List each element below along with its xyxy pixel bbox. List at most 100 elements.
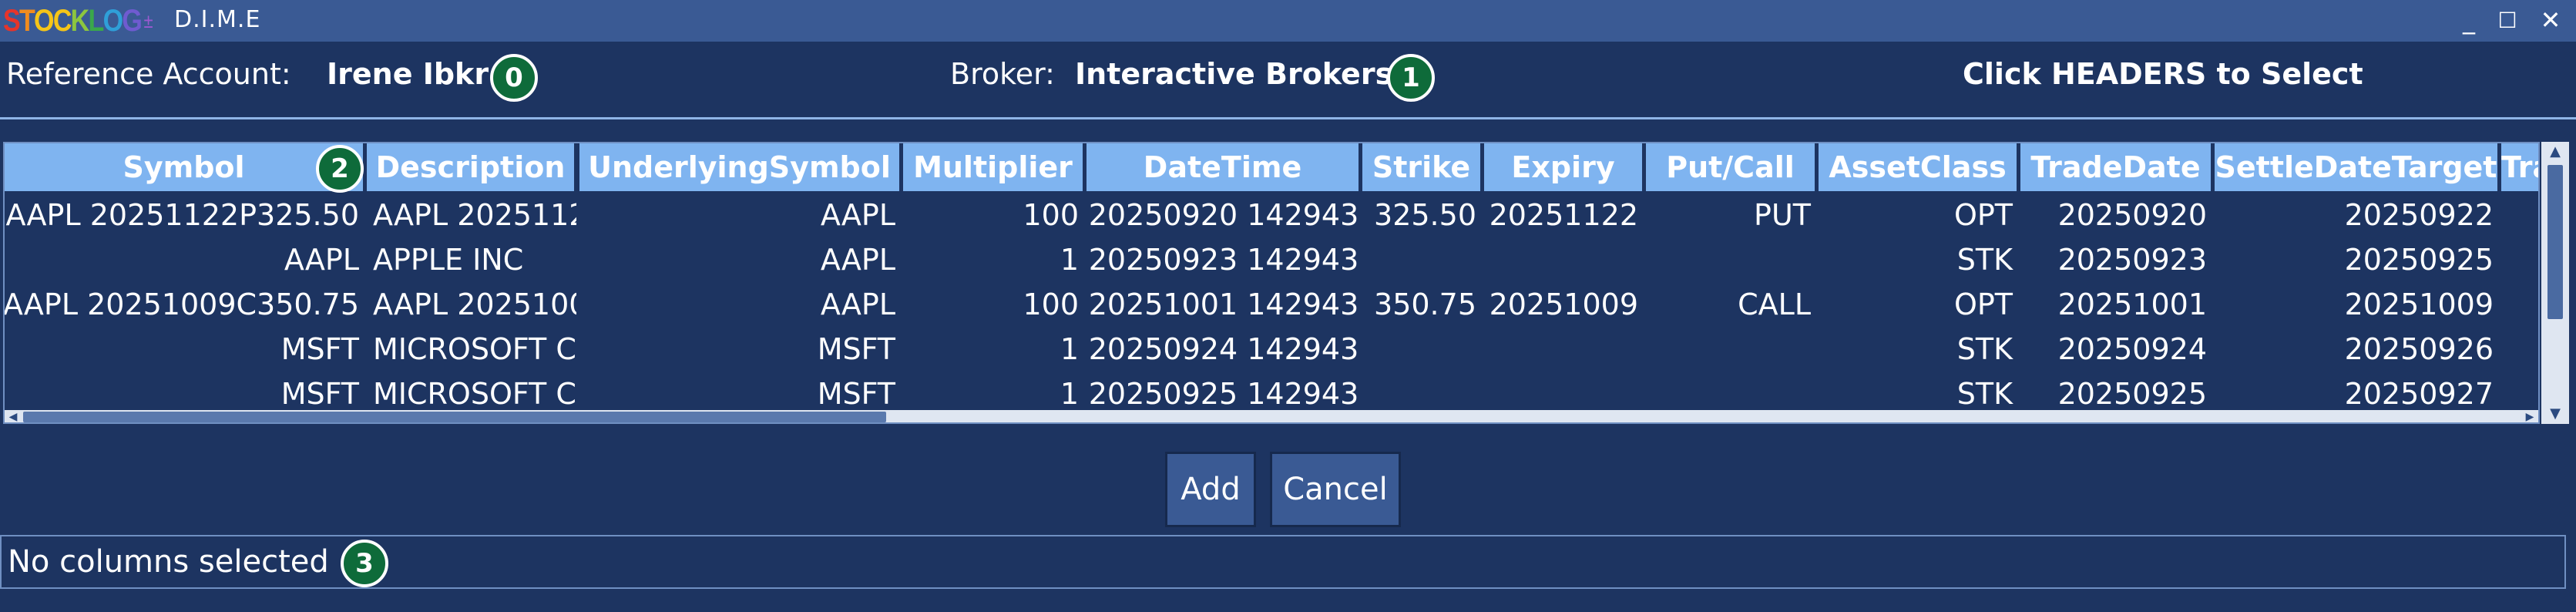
table-cell: AAPL 20251009C350.75 [373, 288, 576, 321]
table-cell: 20251001 142943 [1088, 288, 1359, 321]
step-badge-3: 3 [341, 540, 388, 587]
reference-account-label: Reference Account: [6, 57, 291, 91]
column-header-assetclass[interactable]: AssetClass [1819, 143, 2019, 191]
column-header-settledatetarget[interactable]: SettleDateTarget [2215, 143, 2500, 191]
scroll-right-arrow-icon[interactable]: ▶ [2521, 410, 2538, 422]
table-cell: AAPL 20251009C350.75 [5, 288, 359, 321]
table-cell: 1 [1060, 332, 1079, 366]
table-cell [1646, 327, 1817, 372]
table-cell: PUT [1754, 198, 1811, 232]
column-header-underlyingsymbol[interactable]: UnderlyingSymbol [579, 143, 902, 191]
horizontal-scroll-thumb[interactable] [23, 412, 886, 422]
table-cell [2501, 327, 2538, 372]
transactions-table: Symbol Description UnderlyingSymbol Multipl… [3, 142, 2540, 424]
logo-letter: S [3, 3, 21, 38]
add-button[interactable]: Add [1165, 452, 1256, 527]
table-cell: CALL [1738, 288, 1811, 321]
table-cell: OPT [1953, 198, 2013, 232]
table-header-row: Symbol Description UnderlyingSymbol Multipl… [5, 143, 2538, 191]
table-row[interactable]: AAPL 20251122P325.50 AAPL 20251122P325.50… [5, 193, 2538, 237]
table-cell: 20250923 [2057, 243, 2207, 277]
table-cell: 20250926 [2344, 332, 2494, 366]
maximize-button[interactable]: ☐ [2492, 5, 2523, 35]
table-cell: AAPL [820, 243, 895, 277]
table-cell: 20250920 142943 [1088, 198, 1359, 232]
table-cell: MSFT [817, 332, 895, 366]
table-cell: 20250920 [2057, 198, 2207, 232]
logo-letter: K [70, 3, 90, 38]
table-cell: 325.50 [1374, 198, 1476, 232]
scroll-up-arrow-icon[interactable]: ▲ [2541, 142, 2569, 160]
column-header-description[interactable]: Description [367, 143, 576, 191]
close-button[interactable]: ✕ [2535, 5, 2566, 35]
table-cell: AAPL 20251122P325.50 [5, 198, 359, 232]
column-header-multiplier[interactable]: Multiplier [903, 143, 1085, 191]
table-cell: MSFT [280, 332, 359, 366]
select-headers-hint: Click HEADERS to Select [1963, 57, 2363, 91]
logo-letter: O [34, 3, 54, 38]
cancel-button[interactable]: Cancel [1270, 452, 1401, 527]
table-cell [2501, 193, 2538, 237]
window-title: D.I.M.E [174, 6, 261, 33]
step-badge-2: 2 [316, 145, 364, 193]
column-header-putcall[interactable]: Put/Call [1646, 143, 1817, 191]
table-cell [1362, 237, 1483, 282]
minimize-button[interactable]: _ [2453, 5, 2484, 35]
stocklog-logo: S T O C K L O G ± [3, 3, 153, 39]
table-cell: AAPL [820, 288, 895, 321]
column-header-datetime[interactable]: DateTime [1086, 143, 1361, 191]
table-cell: AAPL 20251122P325.50 [373, 198, 576, 232]
table-cell: 350.75 [1374, 288, 1476, 321]
table-cell [2501, 282, 2538, 327]
table-cell: STK [1956, 332, 2013, 366]
table-cell: 20250925 [2344, 243, 2494, 277]
table-cell: 20251009 [2344, 288, 2494, 321]
divider [0, 117, 2576, 119]
table-cell: APPLE INC [373, 243, 524, 277]
broker-value: Interactive Brokers [1075, 57, 1393, 91]
table-cell: 20250924 142943 [1088, 332, 1359, 366]
reference-account-value: Irene Ibkr [327, 57, 489, 91]
table-row[interactable]: AAPL 20251009C350.75 AAPL 20251009C350.75… [5, 282, 2538, 327]
column-header-tra[interactable]: Tra [2501, 143, 2538, 191]
table-cell: OPT [1953, 288, 2013, 321]
table-row[interactable]: MSFT MICROSOFT CORP MSFT 1 20250924 142943 ST… [5, 327, 2538, 372]
table-cell: 20251009 [1489, 288, 1638, 321]
table-cell: 20251001 [2057, 288, 2207, 321]
status-text: No columns selected [8, 544, 329, 580]
table-cell: 100 [1023, 198, 1079, 232]
table-cell: 20251122 [1489, 198, 1638, 232]
table-cell: 20250923 142943 [1088, 243, 1359, 277]
column-header-symbol[interactable]: Symbol [5, 143, 365, 191]
step-badge-0: 0 [490, 54, 538, 102]
table-cell: STK [1956, 243, 2013, 277]
broker-label: Broker: [950, 57, 1055, 91]
table-row[interactable]: AAPL APPLE INC AAPL 1 20250923 142943 STK 2025… [5, 237, 2538, 282]
logo-letter: T [18, 3, 35, 38]
table-cell: 100 [1023, 288, 1079, 321]
logo-letter: O [102, 3, 123, 38]
column-header-strike[interactable]: Strike [1362, 143, 1483, 191]
horizontal-scrollbar[interactable]: ◀ ▶ [5, 410, 2538, 422]
scroll-left-arrow-icon[interactable]: ◀ [5, 410, 22, 422]
table-cell: AAPL [820, 198, 895, 232]
table-cell [1646, 237, 1817, 282]
table-cell: MICROSOFT CORP [373, 332, 576, 366]
column-header-tradedate[interactable]: TradeDate [2020, 143, 2213, 191]
title-bar: S T O C K L O G ± D.I.M.E _ ☐ ✕ [0, 0, 2576, 42]
logo-letter: G [122, 3, 142, 38]
column-header-expiry[interactable]: Expiry [1484, 143, 1644, 191]
table-cell: 20250922 [2344, 198, 2494, 232]
table-cell [1484, 237, 1644, 282]
logo-letter: C [52, 3, 72, 38]
table-cell [1362, 327, 1483, 372]
step-badge-1: 1 [1387, 54, 1435, 102]
vertical-scroll-thumb[interactable] [2547, 165, 2563, 319]
table-cell: 20250924 [2057, 332, 2207, 366]
scroll-down-arrow-icon[interactable]: ▼ [2541, 404, 2569, 422]
table-cell [1484, 327, 1644, 372]
table-cell [2501, 237, 2538, 282]
table-cell: 1 [1060, 243, 1079, 277]
table-cell: AAPL [284, 243, 359, 277]
vertical-scrollbar[interactable]: ▲ ▼ [2541, 142, 2569, 424]
